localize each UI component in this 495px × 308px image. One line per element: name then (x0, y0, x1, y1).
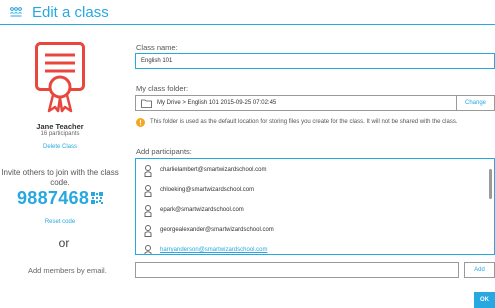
participants-list[interactable]: charlielambert@smartwizardschool.com chl… (135, 158, 495, 255)
participant-item[interactable]: chloeking@smartwizardschool.com (136, 181, 486, 201)
change-folder-button[interactable]: Change (456, 95, 494, 111)
class-folder-field: My Drive > English 101 2015-09-25 07:02:… (135, 95, 495, 111)
info-warning-icon (136, 118, 145, 127)
person-icon (144, 165, 152, 177)
folder-path: My Drive > English 101 2015-09-25 07:02:… (157, 100, 277, 106)
add-participants-label: Add participants: (136, 147, 192, 156)
folder-icon (141, 99, 152, 108)
teacher-name: Jane Teacher (36, 122, 84, 131)
participant-email: charlielambert@smartwizardschool.com (160, 167, 267, 173)
delete-class-link[interactable]: Delete Class (0, 144, 120, 150)
dialog-title: Edit a class (32, 4, 109, 21)
person-icon (144, 185, 152, 197)
member-email-input[interactable] (135, 262, 459, 278)
reset-code-link[interactable]: Reset code (0, 219, 120, 225)
classes-grid-icon (10, 7, 22, 17)
participant-email: georgealexander@smartwizardschool.com (160, 227, 274, 233)
add-member-button[interactable]: Add (464, 262, 495, 278)
participant-item[interactable]: epark@smartwizardschool.com (136, 201, 486, 221)
class-name-input[interactable]: English 101 (135, 53, 495, 69)
folder-note: This folder is used as the default locat… (150, 119, 458, 125)
participant-email: chloeking@smartwizardschool.com (160, 187, 255, 193)
person-icon (144, 205, 152, 217)
add-members-label: Add members by email. (28, 266, 107, 275)
invite-instructions: Invite others to join with the class cod… (1, 168, 119, 187)
dialog-header: Edit a class (0, 0, 495, 25)
person-icon (144, 225, 152, 237)
person-icon (144, 245, 152, 254)
class-code: 9887468 (17, 188, 90, 208)
certificate-icon (35, 42, 85, 113)
participant-email: harryanderson@smartwizardschool.com (160, 247, 268, 253)
participants-scrollbar[interactable] (489, 169, 492, 199)
class-name-label: Class name: (136, 43, 178, 52)
participant-item[interactable]: georgealexander@smartwizardschool.com (136, 221, 486, 241)
qr-code-icon[interactable] (91, 192, 103, 204)
participant-item[interactable]: harryanderson@smartwizardschool.com (136, 241, 486, 254)
participant-item[interactable]: charlielambert@smartwizardschool.com (136, 161, 486, 181)
or-divider: or (58, 236, 70, 250)
ok-button[interactable]: OK (474, 292, 495, 308)
class-folder-label: My class folder: (136, 84, 189, 93)
participants-count: 16 participants (40, 131, 80, 137)
participant-email: epark@smartwizardschool.com (160, 207, 244, 213)
